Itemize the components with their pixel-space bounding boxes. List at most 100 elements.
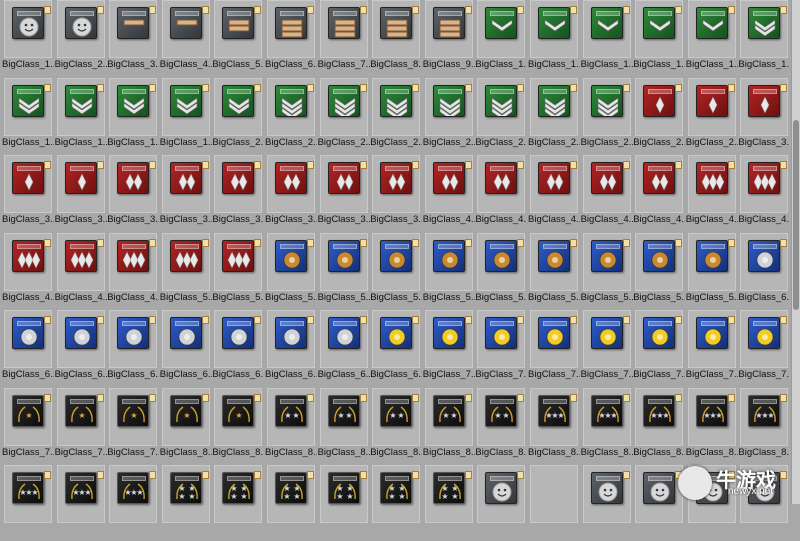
file-icon[interactable]: BigClass_6... [265,0,317,76]
file-icon[interactable]: BigClass_2... [633,77,685,154]
file-icon[interactable]: BigClass_7... [686,310,738,386]
file-icon[interactable]: BigClass_1... [2,0,54,76]
file-icon[interactable]: ★ BigClass_7... [55,387,107,464]
file-icon[interactable]: ★ BigClass_8... [212,387,264,464]
file-icon[interactable]: BigClass_1... [528,0,580,76]
file-icon[interactable]: ★ ★ ★ ★ [265,465,317,541]
file-icon[interactable]: BigClass_1... [2,77,54,154]
file-icon[interactable]: ★ ★ BigClass_8... [475,387,527,464]
file-icon[interactable]: BigClass_7... [423,310,475,386]
file-icon[interactable]: ★ BigClass_8... [160,387,212,464]
file-icon[interactable] [581,465,633,541]
file-icon[interactable]: BigClass_5... [581,232,633,309]
file-icon[interactable]: BigClass_5... [423,232,475,309]
file-icon[interactable]: ★ ★ ★ ★ [423,465,475,541]
file-icon[interactable] [528,465,580,541]
file-icon[interactable]: BigClass_4... [160,0,212,76]
file-icon[interactable]: ★ ★ ★ BigClass_8... [581,387,633,464]
file-icon[interactable]: BigClass_3... [738,77,790,154]
file-icon[interactable]: BigClass_6... [370,310,422,386]
file-icon[interactable]: BigClass_2... [212,77,264,154]
file-icon[interactable]: BigClass_2... [265,77,317,154]
file-icon[interactable]: BigClass_4... [2,232,54,309]
file-icon[interactable]: BigClass_3... [2,155,54,231]
file-icon[interactable]: ★ ★ ★ [107,465,159,541]
file-icon[interactable]: BigClass_1... [581,0,633,76]
file-icon[interactable]: BigClass_2... [581,77,633,154]
file-icon[interactable]: BigClass_5... [633,232,685,309]
file-icon[interactable]: BigClass_3... [107,0,159,76]
file-icon[interactable]: BigClass_1... [107,77,159,154]
file-icon[interactable]: BigClass_2... [423,77,475,154]
file-icon[interactable]: BigClass_6... [2,310,54,386]
file-icon[interactable]: BigClass_1... [738,0,790,76]
file-icon[interactable]: BigClass_3... [212,155,264,231]
file-icon[interactable]: BigClass_4... [528,155,580,231]
file-icon[interactable]: BigClass_3... [160,155,212,231]
file-icon[interactable]: BigClass_2... [528,77,580,154]
file-icon[interactable]: BigClass_4... [738,155,790,231]
file-icon[interactable]: ★ ★ ★ BigClass_8... [633,387,685,464]
file-icon[interactable]: ★ ★ ★ [2,465,54,541]
file-icon[interactable]: BigClass_1... [55,77,107,154]
file-icon[interactable]: BigClass_7... [528,310,580,386]
file-icon[interactable]: BigClass_3... [318,155,370,231]
file-icon[interactable]: BigClass_3... [107,155,159,231]
file-icon[interactable]: BigClass_5... [475,232,527,309]
file-icon[interactable]: ★ ★ BigClass_8... [370,387,422,464]
file-icon[interactable]: BigClass_1... [160,77,212,154]
file-icon[interactable]: BigClass_7... [318,0,370,76]
file-icon[interactable]: BigClass_5... [160,232,212,309]
file-icon[interactable]: BigClass_2... [370,77,422,154]
file-icon[interactable]: ★ ★ ★ BigClass_8... [738,387,790,464]
file-icon[interactable]: ★ ★ ★ [55,465,107,541]
file-icon[interactable]: BigClass_4... [55,232,107,309]
file-icon[interactable]: ★ ★ BigClass_8... [423,387,475,464]
file-icon[interactable]: BigClass_9... [423,0,475,76]
file-icon[interactable]: ★ ★ BigClass_8... [318,387,370,464]
file-icon[interactable]: BigClass_6... [738,232,790,309]
file-icon[interactable]: ★ ★ BigClass_8... [265,387,317,464]
file-icon[interactable]: BigClass_4... [423,155,475,231]
file-icon[interactable]: BigClass_4... [686,155,738,231]
file-icon[interactable]: ★ ★ ★ ★ [160,465,212,541]
file-icon[interactable]: BigClass_1... [475,0,527,76]
file-icon[interactable]: ★ ★ ★ BigClass_8... [528,387,580,464]
file-icon[interactable]: BigClass_2... [318,77,370,154]
file-icon[interactable]: BigClass_6... [318,310,370,386]
file-icon[interactable]: BigClass_3... [55,155,107,231]
file-icon[interactable]: BigClass_5... [686,232,738,309]
file-icon[interactable]: BigClass_5... [318,232,370,309]
file-icon[interactable]: BigClass_1... [686,0,738,76]
file-icon[interactable]: ★ BigClass_7... [2,387,54,464]
file-icon[interactable]: BigClass_2... [686,77,738,154]
file-icon[interactable]: BigClass_4... [475,155,527,231]
file-icon[interactable]: ★ ★ ★ BigClass_8... [686,387,738,464]
file-icon[interactable]: BigClass_2... [55,0,107,76]
file-icon[interactable]: BigClass_7... [738,310,790,386]
file-icon[interactable]: BigClass_5... [265,232,317,309]
file-icon[interactable]: BigClass_6... [55,310,107,386]
file-icon[interactable]: BigClass_6... [160,310,212,386]
file-icon[interactable]: BigClass_3... [370,155,422,231]
file-icon[interactable]: BigClass_6... [107,310,159,386]
file-icon[interactable]: BigClass_8... [370,0,422,76]
file-icon[interactable]: BigClass_5... [212,232,264,309]
file-icon[interactable]: BigClass_3... [265,155,317,231]
file-icon[interactable]: ★ BigClass_7... [107,387,159,464]
file-icon[interactable]: BigClass_7... [633,310,685,386]
file-icon[interactable]: BigClass_1... [633,0,685,76]
file-icon[interactable]: BigClass_4... [581,155,633,231]
file-icon[interactable]: BigClass_5... [370,232,422,309]
file-icon[interactable]: ★ ★ ★ ★ [212,465,264,541]
file-icon[interactable]: BigClass_7... [581,310,633,386]
file-icon[interactable]: BigClass_2... [475,77,527,154]
file-icon[interactable]: ★ ★ ★ ★ [318,465,370,541]
file-icon[interactable]: BigClass_4... [107,232,159,309]
file-icon[interactable]: BigClass_7... [475,310,527,386]
file-icon[interactable]: ★ ★ ★ ★ [370,465,422,541]
file-icon[interactable]: BigClass_6... [265,310,317,386]
file-icon[interactable]: BigClass_5... [212,0,264,76]
file-icon[interactable]: BigClass_6... [212,310,264,386]
file-icon[interactable]: BigClass_5... [528,232,580,309]
